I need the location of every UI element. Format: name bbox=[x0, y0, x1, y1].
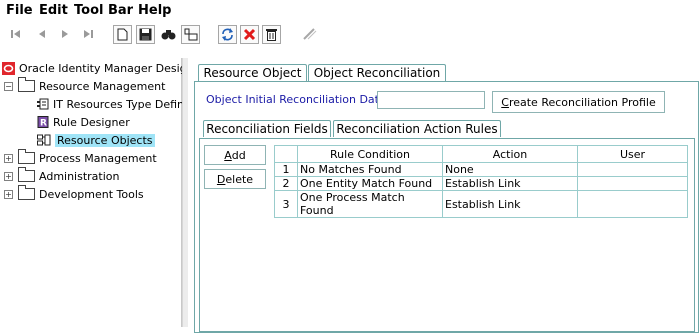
create-reconciliation-profile-button[interactable]: Create Reconciliation Profile bbox=[492, 91, 665, 113]
column-header-action[interactable]: Action bbox=[442, 145, 578, 163]
delete-rule-button[interactable]: Delete bbox=[204, 169, 266, 189]
initial-recon-date-input[interactable] bbox=[377, 91, 485, 109]
previous-record-icon[interactable] bbox=[37, 29, 47, 39]
table-header-row: Rule Condition Action User bbox=[274, 145, 688, 163]
row-number: 3 bbox=[274, 190, 298, 218]
navigation-tree: Oracle Identity Manager Design − Resourc… bbox=[0, 58, 194, 327]
action-cell[interactable]: Establish Link bbox=[442, 176, 578, 191]
rule-designer-icon: R bbox=[37, 116, 49, 128]
expand-icon[interactable]: + bbox=[4, 171, 13, 181]
folder-icon bbox=[18, 167, 35, 182]
tree-root-label: Oracle Identity Manager Design bbox=[19, 61, 194, 75]
tab-label: Object Reconciliation bbox=[313, 66, 441, 80]
tab-resource-object[interactable]: Resource Object bbox=[198, 64, 307, 81]
find-icon bbox=[161, 30, 176, 40]
delete-button[interactable] bbox=[240, 25, 259, 44]
menu-bar: File Edit Tool Bar Help bbox=[0, 0, 699, 22]
expand-icon[interactable]: + bbox=[4, 189, 13, 199]
button-label: dd bbox=[231, 148, 246, 162]
next-record-icon[interactable] bbox=[60, 29, 70, 39]
assign-icon bbox=[184, 28, 197, 41]
refresh-icon bbox=[222, 28, 233, 41]
column-header-rule-condition[interactable]: Rule Condition bbox=[297, 145, 443, 163]
tree-item-rule-designer[interactable]: R Rule Designer bbox=[37, 114, 130, 130]
folder-icon bbox=[18, 149, 35, 164]
folder-icon bbox=[18, 185, 35, 200]
table-row[interactable]: 2 One Entity Match Found Establish Link bbox=[274, 176, 688, 191]
table-row[interactable]: 3 One Process Match Found Establish Link bbox=[274, 190, 688, 218]
menu-file[interactable]: File bbox=[6, 3, 33, 18]
svg-text:R: R bbox=[40, 119, 47, 129]
expand-icon[interactable]: + bbox=[4, 153, 13, 163]
action-cell[interactable]: Establish Link bbox=[442, 190, 578, 218]
refresh-button[interactable] bbox=[218, 25, 237, 44]
tree-item-label: Process Management bbox=[39, 151, 157, 165]
toolbar bbox=[0, 22, 699, 52]
rule-condition-cell[interactable]: One Entity Match Found bbox=[297, 176, 443, 191]
tab-reconciliation-action-rules[interactable]: Reconciliation Action Rules bbox=[333, 120, 501, 137]
tree-item-label: Development Tools bbox=[39, 187, 144, 201]
column-header-user[interactable]: User bbox=[577, 145, 688, 163]
tree-item-label: Resource Management bbox=[39, 79, 166, 93]
assign-button[interactable] bbox=[181, 25, 200, 44]
menu-edit[interactable]: Edit bbox=[39, 3, 68, 18]
action-cell[interactable]: None bbox=[442, 162, 578, 177]
tree-item-label: IT Resources Type Defini bbox=[53, 97, 188, 111]
delete-icon bbox=[243, 28, 256, 41]
tree-item-resource-management[interactable]: − Resource Management bbox=[4, 77, 166, 94]
object-reconciliation-panel: Object Initial Reconciliation Date Creat… bbox=[194, 81, 699, 333]
tab-label: Resource Object bbox=[203, 66, 302, 80]
action-rules-table: Rule Condition Action User 1 No Matches … bbox=[274, 145, 688, 218]
row-number: 2 bbox=[274, 176, 298, 191]
action-rules-panel: Add Delete Rule Condition Action User 1 bbox=[199, 138, 695, 332]
menu-toolbar[interactable]: Tool Bar bbox=[74, 3, 133, 18]
tree-item-resource-objects[interactable]: Resource Objects bbox=[37, 132, 155, 148]
resource-objects-icon bbox=[37, 134, 51, 146]
new-icon bbox=[117, 28, 128, 41]
button-label: elete bbox=[225, 172, 254, 186]
rule-condition-cell[interactable]: One Process Match Found bbox=[297, 190, 443, 218]
save-icon bbox=[139, 28, 152, 41]
last-record-icon[interactable] bbox=[83, 29, 93, 39]
tab-object-reconciliation[interactable]: Object Reconciliation bbox=[308, 64, 446, 81]
tab-reconciliation-fields[interactable]: Reconciliation Fields bbox=[203, 120, 331, 137]
new-button[interactable] bbox=[113, 25, 132, 44]
column-header-index bbox=[274, 145, 298, 163]
button-mnemonic: C bbox=[501, 95, 509, 109]
tree-item-label: Resource Objects bbox=[55, 133, 155, 147]
tree-item-administration[interactable]: + Administration bbox=[4, 167, 120, 184]
user-cell[interactable] bbox=[577, 190, 688, 218]
trash-icon bbox=[266, 29, 277, 41]
table-row[interactable]: 1 No Matches Found None bbox=[274, 162, 688, 177]
button-mnemonic: D bbox=[216, 172, 226, 186]
menu-help[interactable]: Help bbox=[138, 3, 171, 18]
first-record-icon[interactable] bbox=[11, 29, 21, 39]
user-cell[interactable] bbox=[577, 176, 688, 191]
tree-item-process-management[interactable]: + Process Management bbox=[4, 149, 157, 166]
add-button[interactable]: Add bbox=[204, 145, 266, 165]
tree-item-label: Rule Designer bbox=[53, 115, 130, 129]
it-resources-icon bbox=[37, 98, 49, 110]
tree-item-label: Administration bbox=[39, 169, 120, 183]
tree-root[interactable]: Oracle Identity Manager Design bbox=[2, 60, 194, 76]
oracle-logo-icon bbox=[2, 61, 15, 75]
collapse-icon[interactable]: − bbox=[4, 81, 13, 91]
user-cell[interactable] bbox=[577, 162, 688, 177]
button-label: reate Reconciliation Profile bbox=[508, 95, 656, 109]
tree-item-it-resources[interactable]: IT Resources Type Defini bbox=[37, 96, 187, 112]
disabled-tool-icon[interactable] bbox=[302, 27, 317, 41]
find-button[interactable] bbox=[159, 25, 178, 44]
tab-label: Reconciliation Fields bbox=[206, 122, 328, 136]
resource-object-editor: Resource Object Object Reconciliation Ob… bbox=[188, 58, 699, 333]
tab-label: Reconciliation Action Rules bbox=[336, 122, 498, 136]
folder-icon bbox=[18, 77, 35, 92]
row-number: 1 bbox=[274, 162, 298, 177]
button-mnemonic: A bbox=[224, 148, 232, 162]
save-button[interactable] bbox=[136, 25, 155, 44]
tree-item-development-tools[interactable]: + Development Tools bbox=[4, 185, 144, 202]
rule-condition-cell[interactable]: No Matches Found bbox=[297, 162, 443, 177]
initial-recon-date-label: Object Initial Reconciliation Date bbox=[206, 93, 386, 106]
trash-button[interactable] bbox=[262, 25, 281, 44]
